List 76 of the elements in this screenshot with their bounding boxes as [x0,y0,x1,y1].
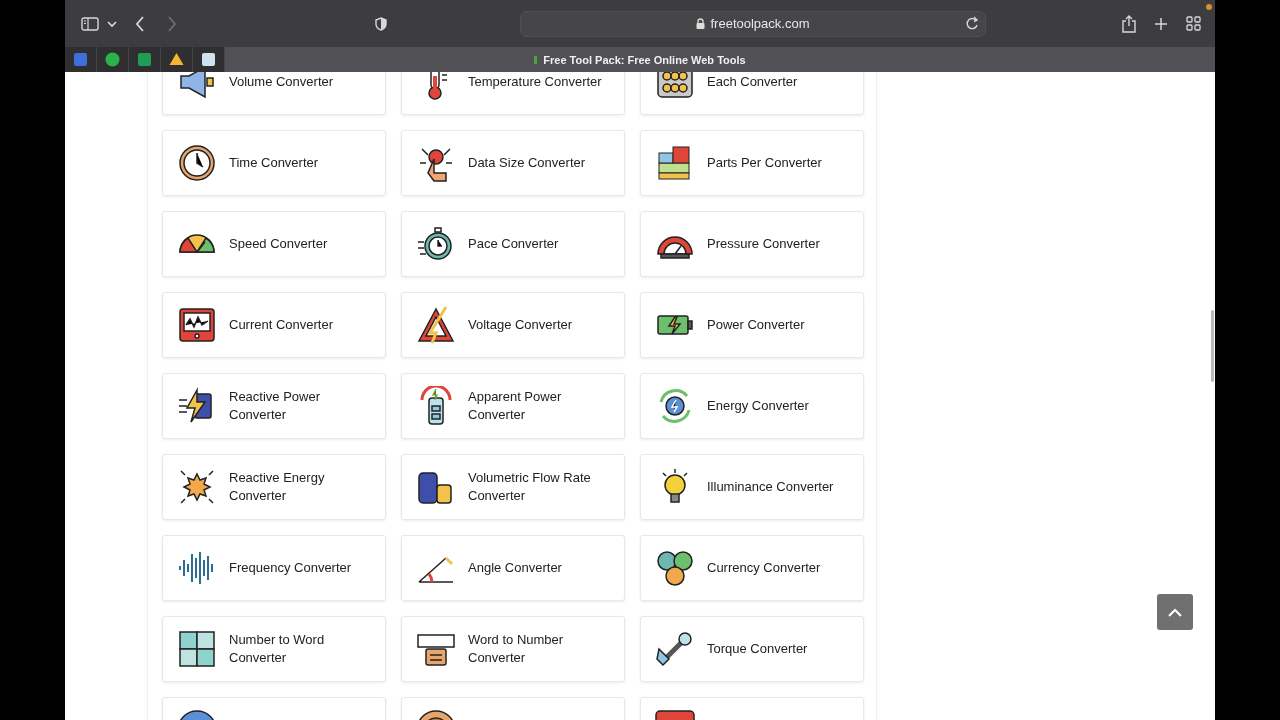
tool-card[interactable]: Pace Converter [401,211,625,277]
coins-icon [655,548,695,588]
square-app-icon [201,52,216,67]
tool-card[interactable]: Pressure Converter [640,211,864,277]
tool-name: Volume Converter [229,73,334,91]
tool-card[interactable]: Word to Number Converter [401,616,625,682]
tool-card[interactable]: Frequency Converter [162,535,386,601]
tool-card[interactable]: Apparent Power Converter [401,373,625,439]
tool-name: Reactive Energy Converter [229,469,326,505]
tool-card[interactable]: Power Converter [640,292,864,358]
notification-dot [1206,4,1212,10]
tool-card[interactable]: Reactive Energy Converter [162,454,386,520]
tool-name: Frequency Converter [229,559,352,577]
puzzle-icon [177,629,217,669]
tool-name: Volumetric Flow Rate Converter [468,469,592,505]
tool-name: Current Converter [229,316,334,334]
tool-name: Illuminance Converter [707,478,834,496]
tool-card[interactable]: Each Converter [640,72,864,115]
sidebar-button[interactable] [81,16,99,31]
tab-title[interactable]: Free Tool Pack: Free Online Web Tools [543,53,746,66]
reload-button[interactable] [965,15,979,30]
tool-card[interactable]: Parts Per Converter [640,130,864,196]
tool-name: Apparent Power Converter [468,388,563,424]
tool-card[interactable]: Voltage Converter [401,292,625,358]
tool-name: Power Converter [707,316,805,334]
scrollbar[interactable] [1211,310,1214,382]
tool-name: Each Converter [707,73,798,91]
tool-name: Parts Per Converter [707,154,822,172]
tool-name: Reactive Power Converter [229,388,322,424]
document-app-icon [73,52,88,67]
back-button[interactable] [135,15,145,32]
wrench-icon [655,629,695,669]
spreadsheet-app-icon [137,52,152,67]
dropdown-button[interactable] [107,19,117,28]
tool-card[interactable]: Temperature Converter [401,72,625,115]
clock-icon [177,143,217,183]
lock-icon [695,18,705,29]
tab-overview-button[interactable] [1186,16,1201,31]
tool-name: Energy Converter [707,397,809,415]
tool-name: Speed Converter [229,235,328,253]
tool-name: Time Converter [229,154,319,172]
tool-card[interactable]: Data Size Converter [401,130,625,196]
tool-name: Torque Converter [707,640,808,658]
tool-card[interactable]: Energy Converter [640,373,864,439]
address-bar[interactable]: freetoolpack.com [519,10,986,37]
tool-name: Angle Converter [468,559,562,577]
tool-name: Number to Word Converter [229,631,326,667]
tool-name: Pressure Converter [707,235,820,253]
tool-card[interactable]: Currency Converter [640,535,864,601]
tool-card[interactable]: Current Converter [162,292,386,358]
new-tab-button[interactable] [1154,16,1168,31]
scroll-to-top-button[interactable] [1157,594,1193,630]
tool-card[interactable]: Volumetric Flow Rate Converter [401,454,625,520]
triangle-app-icon [169,52,184,67]
tool-name: Data Size Converter [468,154,586,172]
favicon-icon [534,55,538,64]
tool-card[interactable]: Illuminance Converter [640,454,864,520]
tool-name: Temperature Converter [468,73,602,91]
tool-name: Word to Number Converter [468,631,565,667]
tool-card[interactable]: Number to Word Converter [162,616,386,682]
share-button[interactable] [1122,14,1136,33]
tool-card[interactable]: Time Converter [162,130,386,196]
chevron-up-icon [1168,607,1182,617]
tool-name: Pace Converter [468,235,559,253]
meter-icon [177,305,217,345]
tool-card[interactable]: Reactive Power Converter [162,373,386,439]
tool-card[interactable]: Angle Converter [401,535,625,601]
tool-name: Currency Converter [707,559,821,577]
circle-app-icon [105,52,120,67]
tool-card[interactable]: Speed Converter [162,211,386,277]
privacy-shield-button[interactable] [375,16,387,31]
url-text: freetoolpack.com [710,16,810,31]
warning-triangle-icon [416,305,456,345]
tool-name: Voltage Converter [468,316,573,334]
tool-card[interactable]: Volume Converter [162,72,386,115]
tool-card[interactable]: Torque Converter [640,616,864,682]
